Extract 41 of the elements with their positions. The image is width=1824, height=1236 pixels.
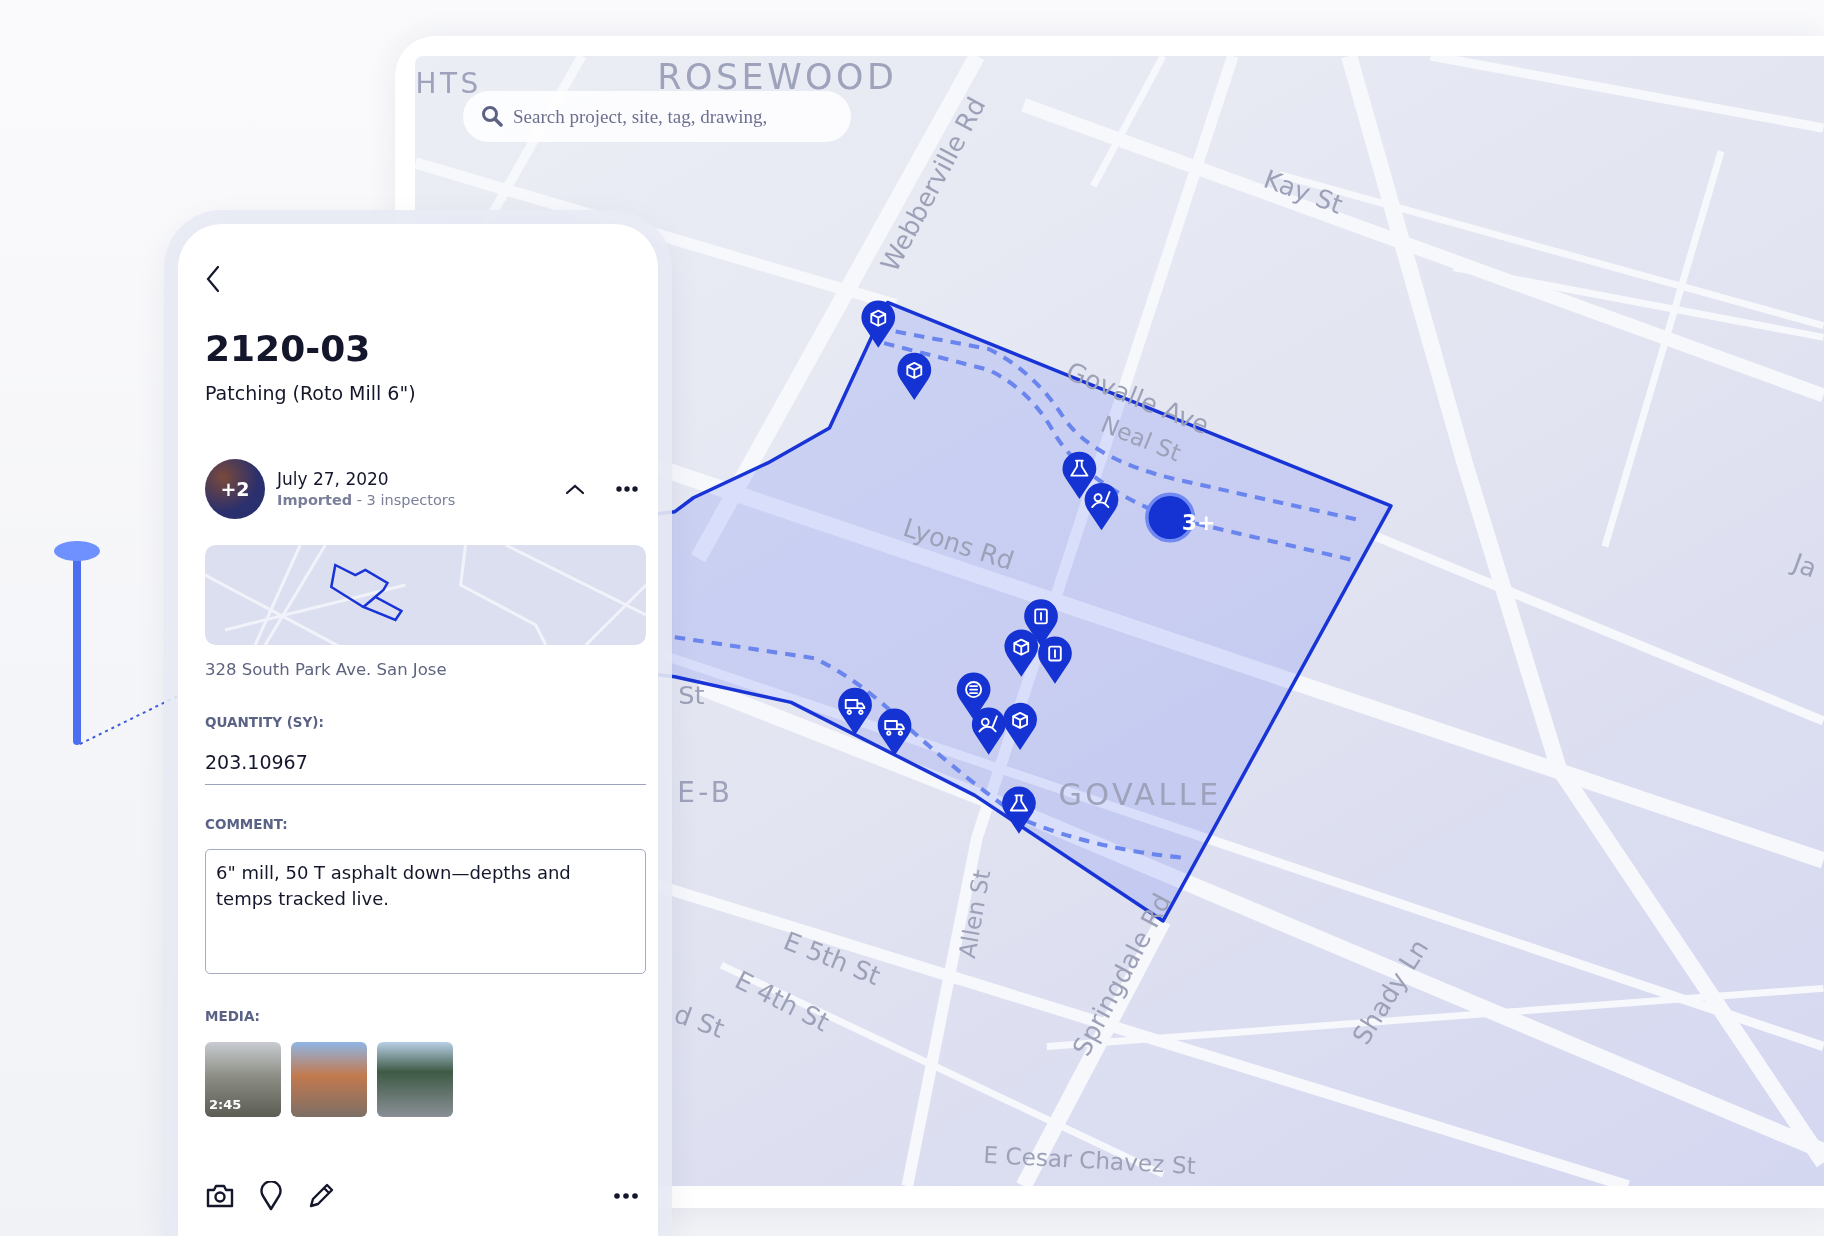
map-pin[interactable] [1084, 483, 1119, 531]
record-title: 2120-03 [205, 327, 372, 371]
street-label: d St [670, 998, 729, 1044]
area-label: E-B [677, 776, 734, 810]
map-pin[interactable] [971, 707, 1006, 755]
inspection-status: Imported - 3 inspectors [277, 490, 456, 510]
map-pin[interactable] [1003, 702, 1037, 751]
record-subtitle: Patching (Roto Mill 6") [205, 382, 417, 405]
field-label: QUANTITY (SY): [205, 712, 325, 732]
area-label: GOVALLE [1058, 776, 1222, 812]
video-thumbnail[interactable]: 2:45 [205, 1042, 281, 1117]
map-pin[interactable] [1004, 629, 1039, 677]
avatar-group: +2 [205, 459, 265, 519]
field-label: COMMENT: [205, 815, 289, 835]
street-label: Ja [1788, 547, 1821, 584]
pencil-button[interactable] [307, 1182, 335, 1210]
map-pin[interactable] [1062, 451, 1097, 499]
quantity-field[interactable]: 203.10967 [205, 742, 646, 786]
map-pin[interactable] [897, 352, 932, 401]
map-pin[interactable] [877, 708, 912, 756]
address-text: 328 South Park Ave. San Jose [205, 659, 448, 681]
video-duration: 2:45 [209, 1096, 242, 1115]
map-pin[interactable] [1002, 786, 1036, 834]
camera-button[interactable] [205, 1183, 235, 1209]
street-label: Lyons Rd [899, 512, 1018, 576]
street-label: E Cesar Chavez St [982, 1140, 1197, 1179]
collapse-button[interactable] [564, 482, 586, 496]
comment-field[interactable]: 6" mill, 50 T asphalt down—depths and temps tracked live. [205, 848, 646, 974]
street-label: Allen St [953, 867, 996, 961]
map-pin[interactable] [838, 687, 872, 735]
photo-placeholder[interactable] [377, 1042, 453, 1117]
more-button[interactable] [616, 486, 638, 492]
location-pin-button[interactable] [259, 1181, 283, 1211]
media-label: MEDIA: [205, 1006, 261, 1026]
street-label: St [678, 679, 705, 710]
back-button[interactable] [205, 264, 221, 294]
inspection-date: July 27, 2020 [277, 467, 390, 490]
street-label: Kay St [1259, 163, 1347, 220]
map-pin[interactable] [1038, 636, 1072, 684]
more-options-button[interactable] [614, 1193, 638, 1199]
map-pin[interactable] [861, 300, 896, 348]
